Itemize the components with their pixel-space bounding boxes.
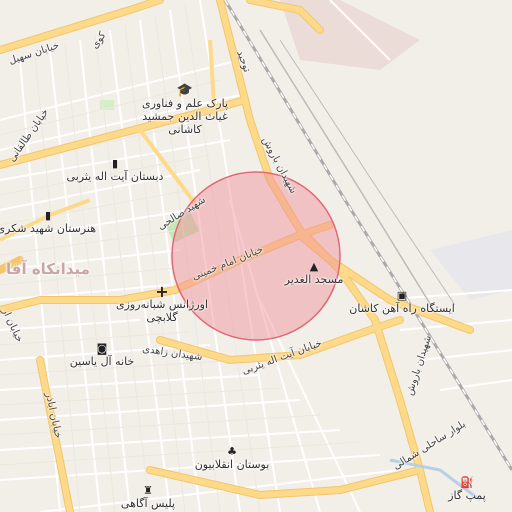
mosque-icon: ▲: [309, 260, 319, 273]
poi-emergency[interactable]: + اورژانس شبانه‌روزی گلابچی: [112, 282, 212, 325]
camera-icon: ◙: [96, 342, 108, 355]
poi-label: بوستان انقلابیون: [194, 458, 270, 471]
poi-park[interactable]: ♣ بوستان انقلابیون: [190, 445, 274, 472]
poi-label: ایستگاه راه آهن کاشان: [349, 302, 455, 315]
poi-label: پارک علم و فناوری غیاث الدین جمشید کاشان…: [141, 97, 229, 136]
poi-label: پلیس آگاهی: [120, 497, 176, 510]
train-icon: ▣: [396, 289, 408, 302]
poi-gas[interactable]: ⛽ پمپ گاز: [438, 476, 496, 503]
poi-label: اورژانس شبانه‌روزی گلابچی: [115, 298, 209, 324]
poi-science-park[interactable]: 🎓 پارک علم و فناوری غیاث الدین جمشید کاش…: [130, 83, 240, 136]
poi-label: خانه آل یاسین: [69, 355, 135, 368]
fuel-icon: ⛽: [460, 476, 474, 489]
poi-house[interactable]: ◙ خانه آل یاسین: [60, 342, 144, 369]
hospital-cross-icon: +: [155, 282, 169, 301]
area-label: میدانکاه آقا: [6, 260, 90, 278]
poi-label: مسجد الغدیر: [284, 273, 344, 286]
school-icon: ▮: [111, 157, 119, 170]
school-icon: ▮: [44, 209, 52, 222]
poi-nursing[interactable]: ▮ هنرستان شهید شکری: [0, 209, 96, 236]
poi-train-station[interactable]: ▣ ایستگاه راه آهن کاشان: [346, 289, 458, 316]
tree-icon: ♣: [227, 445, 237, 458]
poi-school[interactable]: ▮ دبستان آیت اله یثربی: [60, 157, 170, 184]
poi-label: پمپ گاز: [448, 489, 486, 502]
poi-police[interactable]: ♜ پلیس آگاهی: [112, 484, 184, 511]
police-icon: ♜: [143, 484, 153, 497]
map-view[interactable]: میدانکاه آقا خیابان سهیل خیابان طالقانی …: [0, 0, 512, 512]
poi-label: هنرستان شهید شکری: [0, 222, 96, 235]
graduation-cap-icon: 🎓: [176, 83, 194, 98]
poi-mosque[interactable]: ▲ مسجد الغدیر: [278, 260, 350, 287]
poi-label: دبستان آیت اله یثربی: [66, 170, 164, 183]
